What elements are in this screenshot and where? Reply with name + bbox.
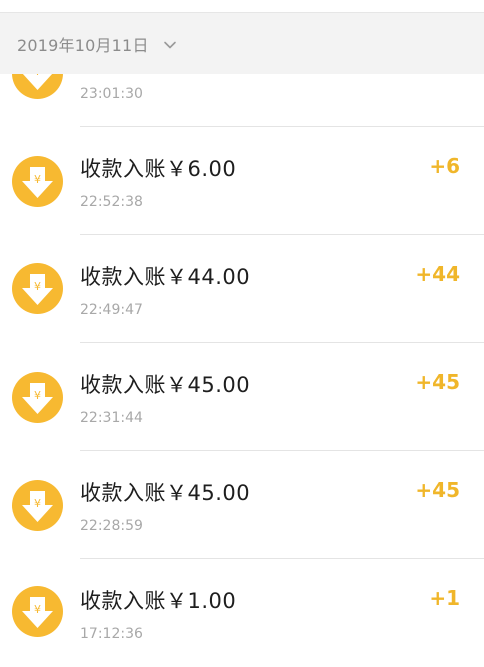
transaction-list: ¥ 23:01:30 ¥ 收款入账￥6.00 22:52:38 +6 ¥ 收款入… <box>0 0 484 642</box>
svg-text:¥: ¥ <box>34 603 41 616</box>
transaction-time: 17:12:36 <box>80 626 143 642</box>
yuan-down-arrow-icon: ¥ <box>12 586 63 637</box>
svg-text:¥: ¥ <box>34 497 41 510</box>
transaction-row[interactable]: ¥ 收款入账￥44.00 22:49:47 +44 <box>0 235 484 343</box>
transaction-amount: +45 <box>415 478 460 502</box>
transaction-time: 22:28:59 <box>80 518 143 534</box>
transaction-amount: +45 <box>415 370 460 394</box>
svg-text:¥: ¥ <box>34 173 41 186</box>
transaction-title: 收款入账￥45.00 <box>80 373 251 397</box>
yuan-down-arrow-icon: ¥ <box>12 372 63 423</box>
transaction-amount: +44 <box>415 262 460 286</box>
transaction-time: 23:01:30 <box>80 86 143 102</box>
transaction-title: 收款入账￥6.00 <box>80 157 237 181</box>
transaction-time: 22:49:47 <box>80 302 143 318</box>
transaction-row[interactable]: ¥ 收款入账￥45.00 22:28:59 +45 <box>0 451 484 559</box>
transaction-time: 22:52:38 <box>80 194 143 210</box>
yuan-down-arrow-icon: ¥ <box>12 156 63 207</box>
date-label: 2019年10月11日 <box>17 35 149 55</box>
transaction-row[interactable]: ¥ 收款入账￥6.00 22:52:38 +6 <box>0 127 484 235</box>
transaction-title: 收款入账￥1.00 <box>80 589 237 613</box>
chevron-down-icon[interactable] <box>163 37 177 51</box>
transaction-title: 收款入账￥44.00 <box>80 265 251 289</box>
transaction-row[interactable]: ¥ 收款入账￥1.00 17:12:36 +1 <box>0 559 484 667</box>
svg-text:¥: ¥ <box>34 389 41 402</box>
transaction-time: 22:31:44 <box>80 410 143 426</box>
date-filter-header[interactable]: 2019年10月11日 <box>0 13 484 74</box>
transaction-title: 收款入账￥45.00 <box>80 481 251 505</box>
yuan-down-arrow-icon: ¥ <box>12 480 63 531</box>
yuan-down-arrow-icon: ¥ <box>12 263 63 314</box>
svg-text:¥: ¥ <box>34 280 41 293</box>
transaction-amount: +6 <box>429 154 460 178</box>
transaction-row[interactable]: ¥ 收款入账￥45.00 22:31:44 +45 <box>0 343 484 451</box>
transaction-amount: +1 <box>429 586 460 610</box>
